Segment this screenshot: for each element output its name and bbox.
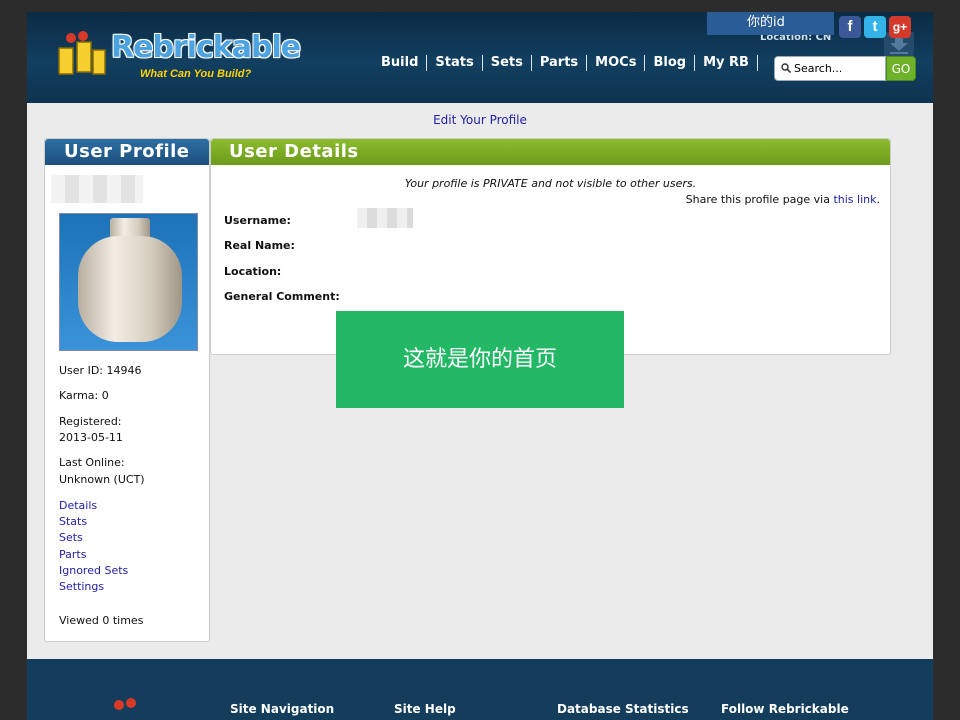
profile-link-settings[interactable]: Settings [59, 580, 104, 593]
search-box [774, 56, 886, 81]
last-online-label: Last Online: [59, 456, 125, 469]
profile-link-stats[interactable]: Stats [59, 515, 87, 528]
nav-blog[interactable]: Blog [645, 54, 694, 72]
main-nav: Build Stats Sets Parts MOCs Blog My RB [373, 54, 758, 72]
profile-link-details[interactable]: Details [59, 499, 97, 512]
general-comment-label: General Comment: [224, 290, 340, 303]
registered-label: Registered: [59, 415, 122, 428]
nav-parts[interactable]: Parts [532, 54, 586, 72]
lego-brick-logo-icon [58, 31, 106, 75]
edit-profile-link[interactable]: Edit Your Profile [27, 113, 933, 127]
logo-tagline: What Can You Build? [140, 68, 252, 80]
site-header: Rebrickable What Can You Build? Build St… [27, 12, 933, 103]
page-frame: Rebrickable What Can You Build? Build St… [27, 12, 933, 720]
search-input[interactable] [794, 58, 884, 79]
last-online-value: Unknown (UCT) [59, 473, 145, 486]
nav-build[interactable]: Build [373, 54, 426, 72]
twitter-icon[interactable]: t [864, 16, 886, 38]
blurred-username [51, 175, 143, 203]
user-profile-panel: User Profile User ID: 14946 Karma: 0 Reg… [44, 138, 210, 642]
footer-site-navigation: Site Navigation [230, 702, 335, 716]
share-profile-link[interactable]: this link [833, 193, 876, 206]
user-details-title: User Details [211, 139, 890, 165]
google-plus-icon[interactable]: g+ [889, 16, 911, 38]
site-footer: Site Navigation Site Help Database Stati… [27, 659, 933, 720]
nav-stats[interactable]: Stats [427, 54, 481, 72]
viewed-count: Viewed 0 times [59, 614, 144, 627]
facebook-icon[interactable]: f [839, 16, 861, 38]
nav-my-rb[interactable]: My RB [695, 54, 757, 72]
search-go-button[interactable]: GO [886, 56, 916, 81]
homepage-callout: 这就是你的首页 [336, 311, 624, 408]
avatar [59, 213, 198, 351]
registered-date: 2013-05-11 [59, 431, 123, 444]
karma: Karma: 0 [59, 389, 109, 402]
profile-link-sets[interactable]: Sets [59, 531, 83, 544]
footer-logo-icon [114, 698, 136, 710]
username-label: Username: [224, 214, 291, 227]
search-icon [781, 63, 791, 73]
location-label: Location: [224, 265, 282, 278]
site-logo[interactable]: Rebrickable What Can You Build? [53, 28, 303, 88]
id-annotation-banner: 你的id [707, 12, 834, 35]
profile-link-ignored-sets[interactable]: Ignored Sets [59, 564, 128, 577]
profile-link-parts[interactable]: Parts [59, 548, 86, 561]
nav-mocs[interactable]: MOCs [587, 54, 644, 72]
footer-site-help: Site Help [394, 702, 456, 716]
footer-follow-rebrickable: Follow Rebrickable [721, 702, 849, 716]
minifig-head-avatar-icon [78, 218, 182, 342]
blurred-username-value [357, 208, 413, 228]
private-notice: Your profile is PRIVATE and not visible … [404, 177, 697, 190]
logo-text: Rebrickable [111, 30, 301, 65]
footer-database-statistics: Database Statistics [557, 702, 689, 716]
real-name-label: Real Name: [224, 239, 295, 252]
user-profile-title: User Profile [45, 139, 209, 165]
share-notice: Share this profile page via this link. [686, 193, 880, 206]
nav-sets[interactable]: Sets [483, 54, 531, 72]
nav-divider [756, 55, 758, 71]
share-prefix: Share this profile page via [685, 193, 834, 206]
user-id: User ID: 14946 [59, 364, 142, 377]
share-suffix: . [876, 193, 881, 206]
